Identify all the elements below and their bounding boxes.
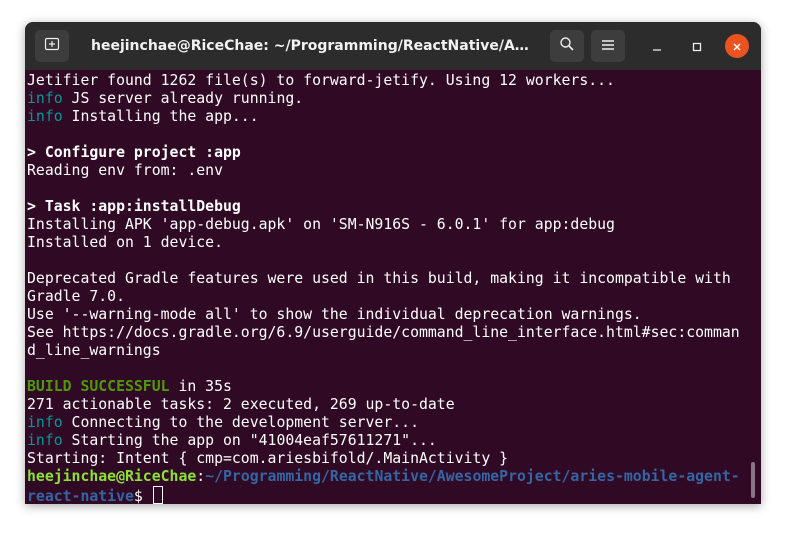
close-icon [732,37,742,56]
output-text: Starting the app on "41004eaf57611271"..… [62,432,437,449]
close-button[interactable] [725,34,749,58]
output-line: 271 actionable tasks: 2 executed, 269 up… [27,396,455,413]
output-line: Jetifier found 1262 file(s) to forward-j… [27,72,615,89]
terminal-window: heejinchae@RiceChae: ~/Programming/React… [25,22,761,504]
output-text: in 35s [169,378,232,395]
minimize-button[interactable] [645,34,669,58]
shell-prompt: heejinchae@RiceChae:~/Programming/ReactN… [27,468,751,486]
output-line: info Connecting to the development serve… [27,414,751,432]
minimize-icon [652,37,662,56]
output-line: Installing APK 'app-debug.apk' on 'SM-N9… [27,216,615,233]
info-tag: info [27,432,63,449]
output-text: Installing the app... [62,108,259,125]
prompt-symbol: $ [133,488,152,504]
output-text: JS server already running. [62,90,304,107]
output-line: Use '--warning-mode all' to show the ind… [27,306,642,323]
window-title: heejinchae@RiceChae: ~/Programming/React… [91,38,531,54]
info-tag: info [27,108,63,125]
output-line: info Installing the app... [27,108,751,126]
prompt-path: react-native [27,488,134,504]
output-line: d_line_warnings [27,342,161,359]
info-tag: info [27,90,63,107]
new-tab-button[interactable] [35,30,69,62]
output-line: Deprecated Gradle features were used in … [27,270,731,287]
maximize-icon [692,37,702,56]
shell-prompt-continued: react-native$ [27,486,751,504]
output-line: See https://docs.gradle.org/6.9/userguid… [27,324,740,341]
search-button[interactable] [550,30,584,62]
output-line: Installed on 1 device. [27,234,223,251]
hamburger-menu-icon [601,37,615,56]
menu-button[interactable] [591,30,625,62]
prompt-user: heejinchae@RiceChae [27,468,197,485]
output-line: Gradle 7.0. [27,288,125,305]
build-status: BUILD SUCCESSFUL [27,378,170,395]
gradle-task-header: > Configure project :app [27,144,241,161]
scrollbar-thumb[interactable] [751,462,755,498]
search-icon [559,36,575,56]
output-line: info Starting the app on "41004eaf576112… [27,432,751,450]
output-line: BUILD SUCCESSFUL in 35s [27,378,751,396]
prompt-path: ~/Programming/ReactNative/AwesomeProject… [205,468,740,485]
new-tab-icon [44,36,60,56]
text-cursor[interactable] [152,486,163,504]
title-bar: heejinchae@RiceChae: ~/Programming/React… [25,22,761,70]
output-text: Connecting to the development server... [62,414,419,431]
gradle-task-header: > Task :app:installDebug [27,198,241,215]
info-tag: info [27,414,63,431]
maximize-button[interactable] [685,34,709,58]
output-line: info JS server already running. [27,90,751,108]
output-line: Reading env from: .env [27,162,223,179]
terminal-output[interactable]: Jetifier found 1262 file(s) to forward-j… [25,70,761,504]
prompt-colon: : [196,468,206,485]
output-line: Starting: Intent { cmp=com.ariesbifold/.… [27,450,509,467]
